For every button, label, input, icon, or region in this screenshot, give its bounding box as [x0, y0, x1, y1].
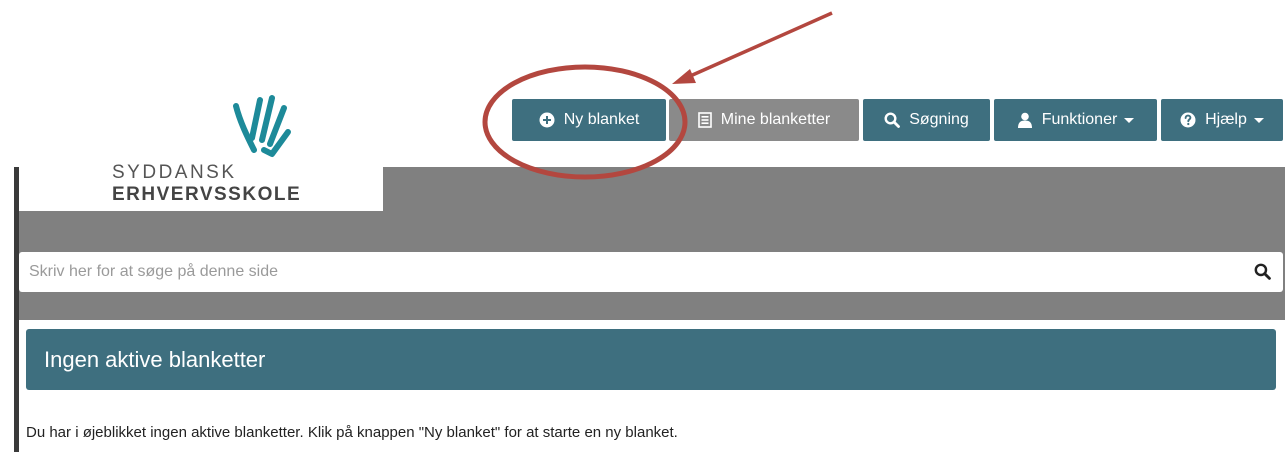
logo[interactable]: SYDDANSK ERHVERVSSKOLE: [19, 85, 383, 211]
logo-text-bottom: ERHVERVSSKOLE: [112, 184, 302, 205]
help-dropdown[interactable]: Hjælp: [1161, 99, 1283, 141]
question-circle-icon: [1180, 112, 1196, 128]
page-search: [19, 252, 1283, 292]
functions-label: Funktioner: [1041, 111, 1118, 128]
plus-circle-icon: [539, 112, 555, 128]
help-label: Hjælp: [1205, 111, 1247, 128]
panel-header: Ingen aktive blanketter: [26, 329, 1276, 390]
chevron-down-icon: [1124, 117, 1135, 123]
my-forms-label: Mine blanketter: [720, 111, 831, 128]
functions-dropdown[interactable]: Funktioner: [994, 99, 1157, 141]
search-input[interactable]: [29, 252, 1229, 292]
search-icon: [884, 112, 901, 128]
my-forms-button[interactable]: Mine blanketter: [669, 99, 859, 141]
search-label: Søgning: [909, 111, 969, 128]
new-form-label: Ny blanket: [563, 111, 640, 128]
annotation-arrow-line: [687, 11, 833, 79]
annotation-arrow-head: [672, 69, 696, 84]
chevron-down-icon: [1253, 117, 1264, 123]
search-icon[interactable]: [1254, 263, 1271, 280]
hand-logo-icon: [233, 95, 291, 157]
search-button[interactable]: Søgning: [863, 99, 990, 141]
new-form-button[interactable]: Ny blanket: [512, 99, 666, 141]
list-icon: [697, 112, 712, 128]
logo-text-top: SYDDANSK: [112, 162, 237, 183]
panel-title: Ingen aktive blanketter: [44, 347, 266, 372]
user-icon: [1017, 112, 1032, 128]
panel-message: Du har i øjeblikket ingen aktive blanket…: [26, 424, 678, 441]
content-panel: Ingen aktive blanketter Du har i øjeblik…: [19, 320, 1285, 452]
